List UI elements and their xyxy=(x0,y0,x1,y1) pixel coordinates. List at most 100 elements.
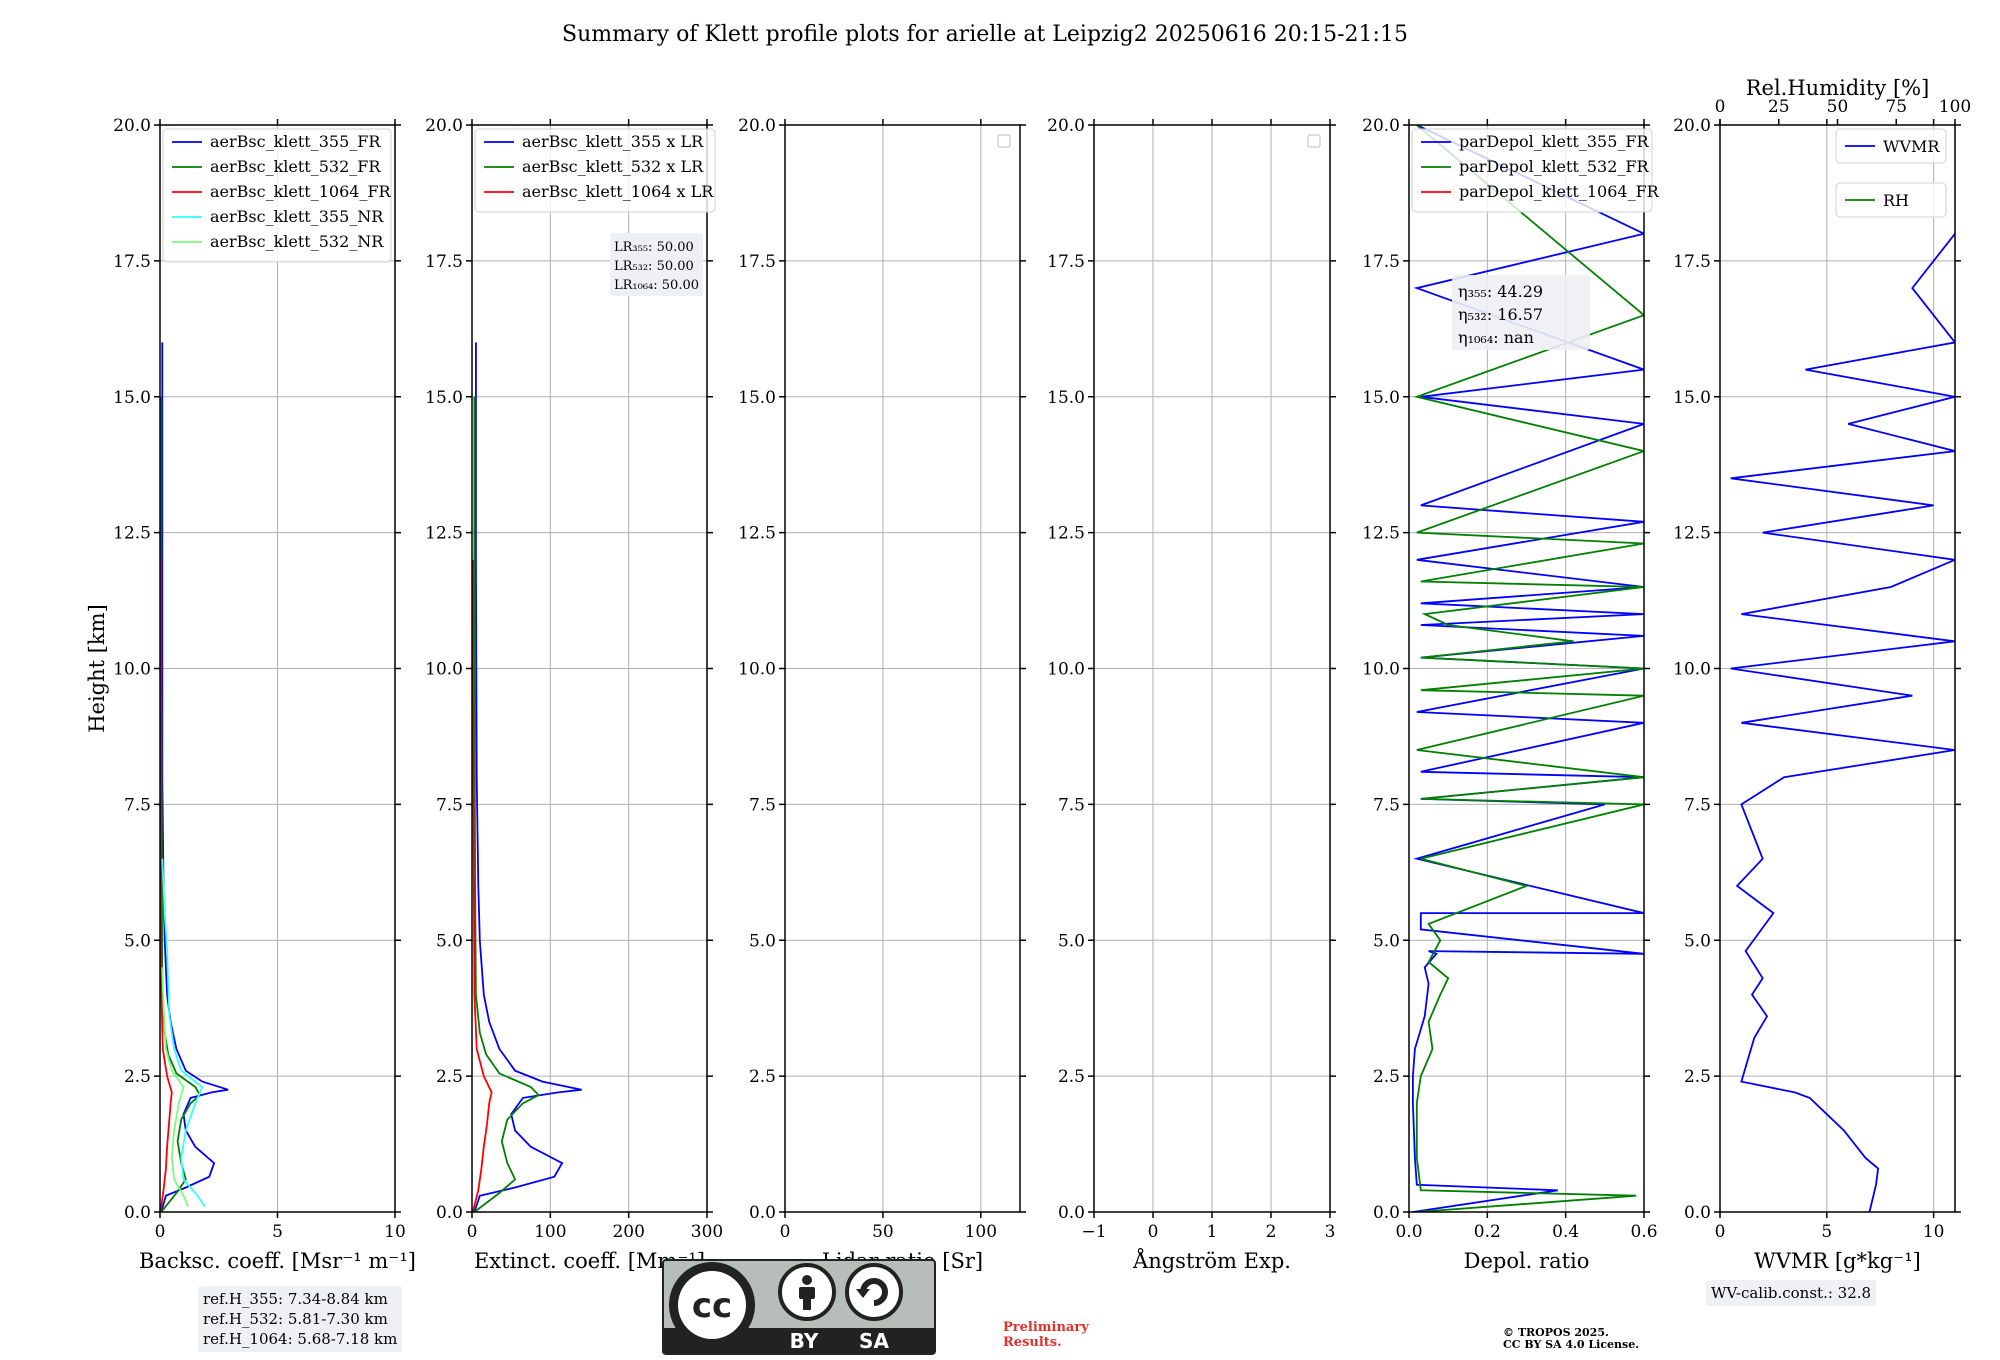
x-tick-label: 2 xyxy=(1266,1222,1277,1242)
x-tick-label: 0.4 xyxy=(1552,1222,1579,1242)
y-tick-label: 17.5 xyxy=(1047,252,1085,272)
sa-label: SA xyxy=(859,1329,889,1353)
x-tick-label: 0 xyxy=(467,1222,478,1242)
legend-entry: RH xyxy=(1883,191,1909,210)
y-tick-label: 15.0 xyxy=(1047,388,1085,408)
lidar-ratio-value: LR₅₃₂: 50.00 xyxy=(614,259,694,274)
y-tick-label: 0.0 xyxy=(124,1203,151,1223)
y-tick-label: 0.0 xyxy=(749,1203,776,1223)
legend-entry: aerBsc_klett_1064 x LR xyxy=(522,182,714,201)
legend-entry: aerBsc_klett_355_FR xyxy=(210,132,381,151)
ref-height-355: ref.H_355: 7.34-8.84 km xyxy=(203,1290,388,1308)
x-tick-label: 0 xyxy=(1715,1222,1726,1242)
x-tick-label: 200 xyxy=(612,1222,644,1242)
legend-entry: parDepol_klett_355_FR xyxy=(1459,132,1650,151)
y-axis-label: Height [km] xyxy=(85,604,109,733)
y-tick-label: 2.5 xyxy=(1684,1067,1711,1087)
preliminary-results-note: Preliminary Results. xyxy=(1003,1320,1089,1350)
empty-legend-box xyxy=(1307,134,1321,148)
legend-entry: aerBsc_klett_532_NR xyxy=(210,232,384,251)
y-tick-label: 7.5 xyxy=(749,795,776,815)
y-tick-label: 12.5 xyxy=(738,524,776,544)
y-tick-label: 7.5 xyxy=(1373,795,1400,815)
y-tick-label: 20.0 xyxy=(738,116,776,136)
y-tick-label: 20.0 xyxy=(1362,116,1400,136)
legend-entry: parDepol_klett_532_FR xyxy=(1459,157,1650,176)
y-tick-label: 0.0 xyxy=(436,1203,463,1223)
series-line-aerBsc_klett_355 x LR xyxy=(473,342,582,1212)
y-tick-label: 15.0 xyxy=(738,388,776,408)
y-tick-label: 20.0 xyxy=(113,116,151,136)
x-tick-label: 5 xyxy=(1821,1222,1832,1242)
y-tick-label: 10.0 xyxy=(1673,660,1711,680)
series-group xyxy=(472,342,582,1212)
y-tick-label: 7.5 xyxy=(1684,795,1711,815)
y-tick-label: 5.0 xyxy=(124,931,151,951)
y-tick-label: 5.0 xyxy=(1684,931,1711,951)
top-x-tick-label: 0 xyxy=(1715,97,1726,117)
preliminary-line-1: Preliminary xyxy=(1003,1320,1089,1335)
y-tick-label: 2.5 xyxy=(436,1067,463,1087)
x-tick-label: 0.2 xyxy=(1474,1222,1501,1242)
lidar-ratio-value: LR₁₀₆₄: 50.00 xyxy=(614,278,699,293)
y-tick-label: 5.0 xyxy=(436,931,463,951)
x-tick-label: 10 xyxy=(1923,1222,1945,1242)
empty-legend-box xyxy=(997,134,1011,148)
y-tick-label: 20.0 xyxy=(1673,116,1711,136)
y-tick-label: 2.5 xyxy=(749,1067,776,1087)
y-tick-label: 12.5 xyxy=(1362,524,1400,544)
y-tick-label: 17.5 xyxy=(425,252,463,272)
y-tick-label: 7.5 xyxy=(1058,795,1085,815)
legend-entry: aerBsc_klett_532 x LR xyxy=(522,157,704,176)
legend-entry: aerBsc_klett_1064_FR xyxy=(210,182,392,201)
wv-calibration-box: WV-calib.const.: 32.8 xyxy=(1706,1280,1877,1306)
y-tick-label: 17.5 xyxy=(738,252,776,272)
reference-height-box: ref.H_355: 7.34-8.84 km ref.H_532: 5.81-… xyxy=(198,1286,403,1352)
copyright-line-2: CC BY SA 4.0 License. xyxy=(1503,1338,1640,1351)
legend-entry: WVMR xyxy=(1883,137,1940,156)
series-group xyxy=(1730,233,1955,1212)
y-tick-label: 2.5 xyxy=(124,1067,151,1087)
y-tick-label: 7.5 xyxy=(124,795,151,815)
x-tick-label: 0 xyxy=(780,1222,791,1242)
x-tick-label: 5 xyxy=(272,1222,283,1242)
y-tick-label: 15.0 xyxy=(425,388,463,408)
y-tick-label: 10.0 xyxy=(425,660,463,680)
ref-height-1064: ref.H_1064: 5.68-7.18 km xyxy=(203,1330,398,1348)
y-tick-label: 12.5 xyxy=(1047,524,1085,544)
legend-entry: aerBsc_klett_532_FR xyxy=(210,157,381,176)
figure-canvas: Height [km]0.02.55.07.510.012.515.017.52… xyxy=(85,76,1971,1273)
y-tick-label: 5.0 xyxy=(1373,931,1400,951)
y-tick-label: 2.5 xyxy=(1373,1067,1400,1087)
series-group xyxy=(160,342,229,1212)
x-tick-label: 1 xyxy=(1207,1222,1218,1242)
x-tick-label: 0 xyxy=(1148,1222,1159,1242)
y-tick-label: 0.0 xyxy=(1373,1203,1400,1223)
y-tick-label: 12.5 xyxy=(1673,524,1711,544)
y-tick-label: 15.0 xyxy=(1362,388,1400,408)
by-label: BY xyxy=(790,1329,819,1353)
share-alike-icon xyxy=(845,1263,903,1321)
y-tick-label: 12.5 xyxy=(425,524,463,544)
depol-ratio-value: η₃₅₅: 44.29 xyxy=(1458,282,1543,301)
cc-mark: cc xyxy=(692,1286,732,1326)
top-x-tick-label: 25 xyxy=(1768,97,1790,117)
x-axis-label: Ångström Exp. xyxy=(1132,1248,1291,1273)
y-tick-label: 7.5 xyxy=(436,795,463,815)
y-tick-label: 10.0 xyxy=(1047,660,1085,680)
x-tick-label: 0 xyxy=(155,1222,166,1242)
x-tick-label: 10 xyxy=(384,1222,406,1242)
ref-height-532: ref.H_532: 5.81-7.30 km xyxy=(203,1310,388,1328)
y-tick-label: 17.5 xyxy=(1673,252,1711,272)
x-tick-label: 0.0 xyxy=(1395,1222,1422,1242)
top-x-tick-label: 50 xyxy=(1827,97,1849,117)
y-tick-label: 0.0 xyxy=(1684,1203,1711,1223)
legend-entry: aerBsc_klett_355 x LR xyxy=(522,132,704,151)
x-tick-label: 50 xyxy=(872,1222,894,1242)
top-x-axis-label: Rel.Humidity [%] xyxy=(1746,76,1930,100)
y-tick-label: 10.0 xyxy=(113,660,151,680)
preliminary-line-2: Results. xyxy=(1003,1335,1062,1350)
y-tick-label: 10.0 xyxy=(1362,660,1400,680)
y-tick-label: 20.0 xyxy=(1047,116,1085,136)
top-x-tick-label: 75 xyxy=(1885,97,1907,117)
